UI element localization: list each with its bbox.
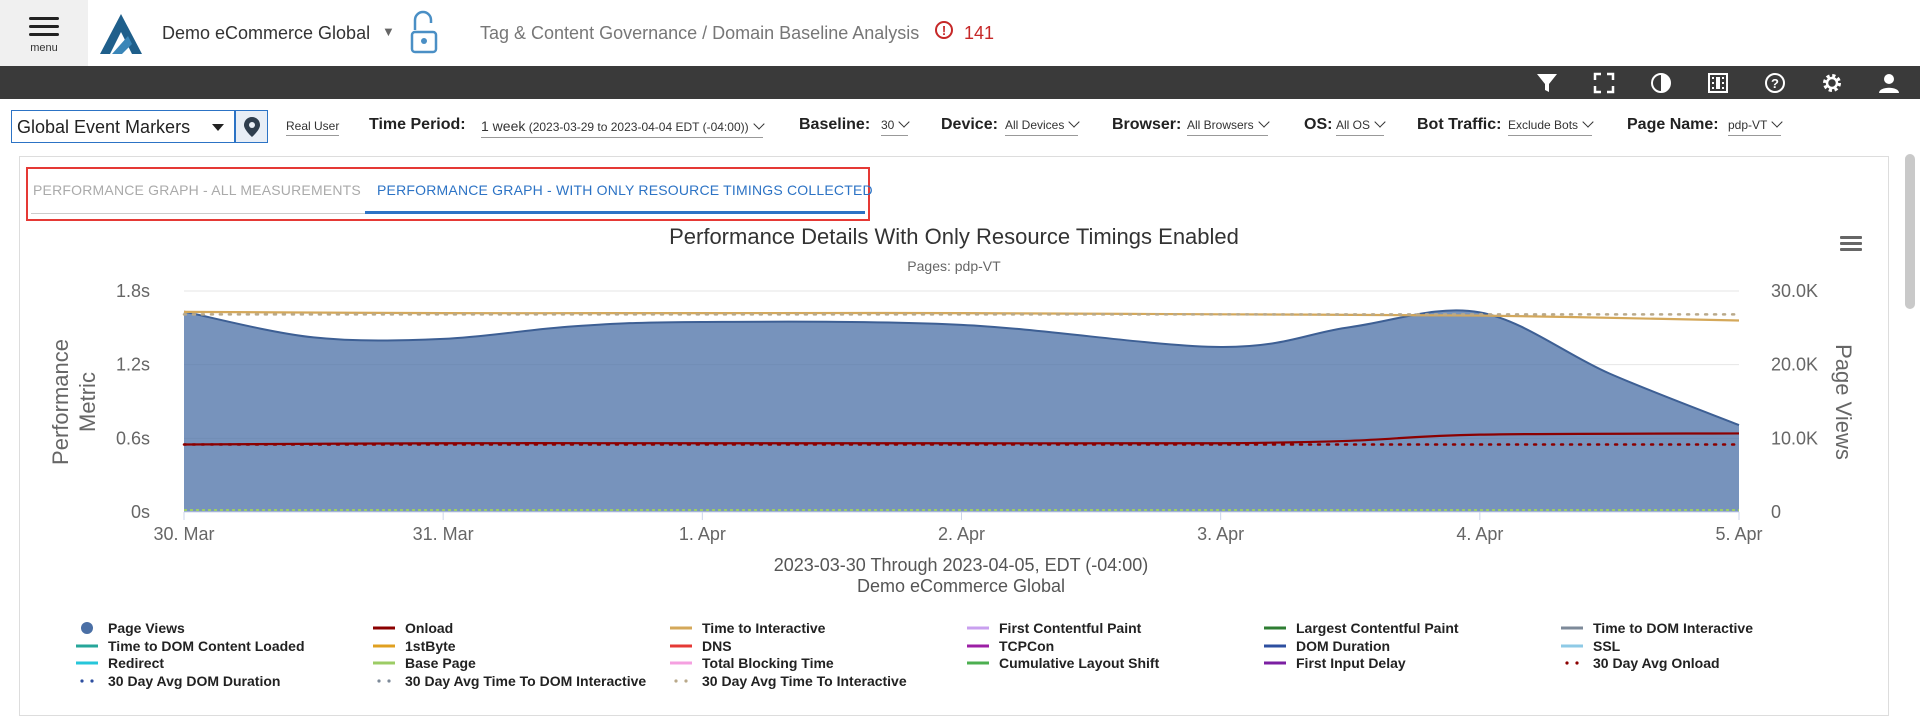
- legend-label: Base Page: [405, 655, 476, 672]
- legend-label: 30 Day Avg DOM Duration: [108, 673, 281, 690]
- y-axis-title-line-2: Metric: [75, 372, 100, 432]
- legend-item-cumulative-layout-shift[interactable]: Cumulative Layout Shift: [965, 655, 1159, 671]
- legend-label: 30 Day Avg Onload: [1593, 655, 1720, 672]
- legend-label: DOM Duration: [1296, 637, 1391, 654]
- legend-symbol: [967, 644, 989, 648]
- legend-label: Largest Contentful Paint: [1296, 620, 1459, 636]
- legend-item-time-to-dom-content-loaded[interactable]: Time to DOM Content Loaded: [74, 638, 305, 654]
- chart-title: Performance Details With Only Resource T…: [669, 224, 1239, 249]
- legend-symbol: [674, 679, 688, 683]
- legend-symbol: [967, 661, 989, 665]
- legend-item-ssl[interactable]: SSL: [1559, 638, 1620, 654]
- y2-tick-label: 0: [1771, 502, 1781, 522]
- legend-symbol: [1561, 644, 1583, 648]
- performance-chart: 0s 0.6s 1.2s 1.8s 0 10.0K 20.0K 30.0K 30. Mar 31.…: [48, 224, 1856, 596]
- legend-label: First Contentful Paint: [999, 620, 1142, 636]
- y-tick-label: 1.2s: [116, 355, 150, 375]
- legend-symbol: [670, 626, 692, 630]
- legend-label: Time to DOM Interactive: [1593, 620, 1754, 636]
- legend-label: Time to Interactive: [702, 620, 826, 636]
- x-tick-label: 30. Mar: [153, 524, 214, 544]
- x-tick-label: 31. Mar: [413, 524, 474, 544]
- legend-symbol: [1264, 644, 1286, 648]
- legend-item-dns[interactable]: DNS: [668, 638, 732, 654]
- legend-symbol: [76, 644, 98, 648]
- y2-tick-label: 20.0K: [1771, 355, 1818, 375]
- x-tick-label: 4. Apr: [1456, 524, 1503, 544]
- legend-item-onload[interactable]: Onload: [371, 620, 453, 636]
- legend-item-first-input-delay[interactable]: First Input Delay: [1262, 655, 1406, 671]
- legend-symbol: [81, 622, 93, 634]
- legend-label: Redirect: [108, 655, 165, 672]
- y-axis-title: PerformanceMetric: [48, 339, 100, 465]
- legend-label: Cumulative Layout Shift: [999, 655, 1160, 672]
- legend-item-base-page[interactable]: Base Page: [371, 655, 476, 671]
- chart-subtitle: Pages: pdp-VT: [907, 258, 1001, 274]
- legend-label: SSL: [1593, 637, 1621, 654]
- legend-symbol: [76, 661, 98, 665]
- x-axis-title: 2023-03-30 Through 2023-04-05, EDT (-04:…: [774, 555, 1149, 575]
- legend-item-time-to-dom-interactive[interactable]: Time to DOM Interactive: [1559, 620, 1753, 636]
- legend-label: 30 Day Avg Time To Interactive: [702, 673, 907, 690]
- x-tick-label: 2. Apr: [938, 524, 985, 544]
- legend-item-time-to-interactive[interactable]: Time to Interactive: [668, 620, 825, 636]
- legend-symbol: [373, 644, 395, 648]
- legend-symbol: [1565, 661, 1579, 665]
- legend-label: Onload: [405, 620, 454, 636]
- legend-symbol: [377, 679, 391, 683]
- x-tick-label: 3. Apr: [1197, 524, 1244, 544]
- y2-axis-title: Page Views: [1831, 344, 1856, 460]
- legend-symbol: [1264, 626, 1286, 630]
- legend-item-30-day-avg-time-to-interactive[interactable]: 30 Day Avg Time To Interactive: [668, 673, 907, 689]
- legend-symbol: [80, 679, 94, 683]
- legend-item-largest-contentful-paint[interactable]: Largest Contentful Paint: [1262, 620, 1459, 636]
- legend-item-page-views[interactable]: Page Views: [74, 620, 185, 636]
- legend-symbol: [670, 644, 692, 648]
- legend-item-30-day-avg-onload[interactable]: 30 Day Avg Onload: [1559, 655, 1720, 671]
- legend-label: Total Blocking Time: [702, 655, 834, 672]
- x-axis-subtitle: Demo eCommerce Global: [857, 576, 1065, 596]
- y2-tick-label: 30.0K: [1771, 281, 1818, 301]
- y-tick-label: 0s: [131, 502, 150, 522]
- x-tick-label: 1. Apr: [679, 524, 726, 544]
- legend-label: 1stByte: [405, 637, 456, 654]
- legend-item-1stbyte[interactable]: 1stByte: [371, 638, 456, 654]
- legend-symbol: [670, 661, 692, 665]
- legend-label: DNS: [702, 637, 732, 654]
- legend-item-redirect[interactable]: Redirect: [74, 655, 164, 671]
- y2-tick-label: 10.0K: [1771, 428, 1818, 448]
- x-tick-label: 5. Apr: [1715, 524, 1762, 544]
- legend-symbol: [967, 626, 989, 630]
- legend-item-30-day-avg-time-to-dom-interactive[interactable]: 30 Day Avg Time To DOM Interactive: [371, 673, 646, 689]
- y-tick-label: 1.8s: [116, 281, 150, 301]
- legend-item-30-day-avg-dom-duration[interactable]: 30 Day Avg DOM Duration: [74, 673, 280, 689]
- y-axis-title-line-1: Performance: [48, 339, 73, 465]
- legend-symbol: [1561, 626, 1583, 630]
- legend-label: First Input Delay: [1296, 655, 1406, 672]
- legend-label: 30 Day Avg Time To DOM Interactive: [405, 673, 647, 690]
- legend-label: TCPCon: [999, 637, 1055, 654]
- legend-symbol: [373, 661, 395, 665]
- legend-item-dom-duration[interactable]: DOM Duration: [1262, 638, 1390, 654]
- legend-symbol: [373, 626, 395, 630]
- legend-label: Page Views: [108, 620, 185, 636]
- y-tick-label: 0.6s: [116, 428, 150, 448]
- legend-item-tcpcon[interactable]: TCPCon: [965, 638, 1054, 654]
- legend-symbol: [1264, 661, 1286, 665]
- legend-item-first-contentful-paint[interactable]: First Contentful Paint: [965, 620, 1141, 636]
- legend-item-total-blocking-time[interactable]: Total Blocking Time: [668, 655, 834, 671]
- legend-label: Time to DOM Content Loaded: [108, 637, 305, 654]
